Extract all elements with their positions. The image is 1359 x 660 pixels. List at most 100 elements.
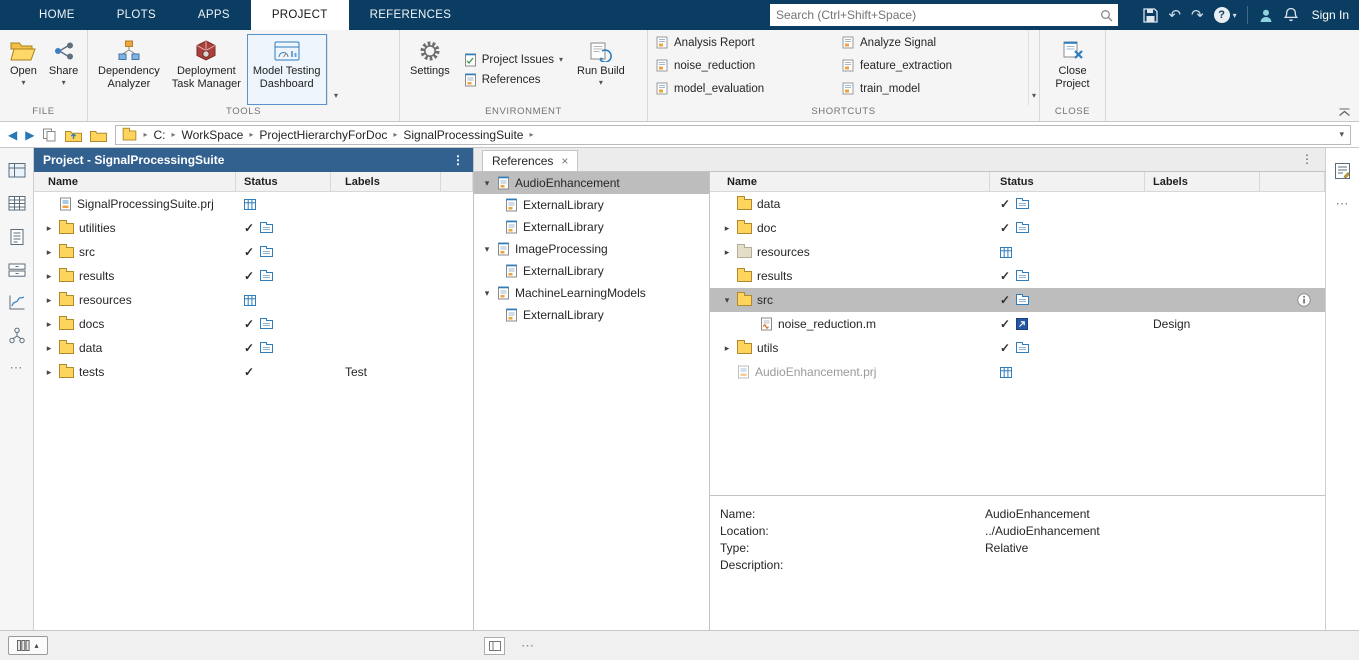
table-row[interactable]: ▸resources — [710, 240, 1325, 264]
tab-references[interactable]: REFERENCES — [349, 0, 473, 30]
table-row[interactable]: data ✓ — [710, 192, 1325, 216]
hierarchy-icon[interactable] — [8, 327, 26, 344]
chevron-right-icon[interactable]: ▸ — [44, 271, 54, 282]
breadcrumb-dropdown-icon[interactable]: ▾ — [1339, 129, 1344, 140]
shortcut-train-model[interactable]: train_model — [842, 79, 1028, 98]
chevron-right-icon[interactable]: ▸ — [722, 247, 732, 258]
chevron-right-icon[interactable]: ▸ — [44, 295, 54, 306]
breadcrumb-item[interactable]: ProjectHierarchyForDoc — [259, 128, 387, 142]
notes-icon[interactable] — [9, 228, 25, 246]
shortcut-analyze-signal[interactable]: Analyze Signal — [842, 33, 1028, 52]
help-icon[interactable]: ? — [1214, 7, 1230, 23]
restore-panel-button[interactable]: ▴ — [8, 636, 48, 655]
search-input[interactable] — [770, 8, 1100, 22]
table-row[interactable]: results ✓ — [710, 264, 1325, 288]
collapse-ribbon-button[interactable] — [1338, 107, 1351, 117]
chevron-right-icon[interactable]: ▸ — [722, 223, 732, 234]
chevron-right-icon[interactable]: ▸ — [44, 223, 54, 234]
tree-item-externallibrary[interactable]: ExternalLibrary — [474, 260, 709, 282]
breadcrumb-item[interactable]: SignalProcessingSuite — [403, 128, 523, 142]
copy-path-icon[interactable] — [42, 128, 57, 142]
more-panels-icon[interactable]: ⋯ — [10, 360, 24, 376]
shortcut-feature-extraction[interactable]: feature_extraction — [842, 56, 1028, 75]
back-button[interactable]: ◀ — [8, 129, 17, 141]
table-row[interactable]: ▸src ✓ — [34, 240, 473, 264]
shortcut-model-evaluation[interactable]: model_evaluation — [656, 79, 842, 98]
up-one-level-icon[interactable] — [65, 128, 82, 142]
info-icon[interactable] — [1297, 293, 1311, 307]
table-row-selected[interactable]: ▾src ✓ — [710, 288, 1325, 312]
more-panels-icon[interactable]: ⋯ — [1336, 196, 1350, 212]
column-header-labels[interactable]: Labels — [331, 172, 441, 191]
tree-item-externallibrary[interactable]: ExternalLibrary — [474, 304, 709, 326]
table-row[interactable]: ▸utils ✓ — [710, 336, 1325, 360]
breadcrumb-item-drive[interactable]: C: — [153, 128, 165, 142]
close-project-button[interactable]: Close Project — [1049, 34, 1095, 105]
help-menu[interactable]: ? ▾ — [1214, 7, 1237, 23]
browse-folder-icon[interactable] — [90, 128, 107, 142]
close-icon[interactable]: × — [561, 154, 568, 168]
table-row[interactable]: ▸resources — [34, 288, 473, 312]
workspace-grid-icon[interactable] — [8, 195, 26, 212]
tree-item-externallibrary[interactable]: ExternalLibrary — [474, 216, 709, 238]
chevron-right-icon[interactable]: ▸ — [722, 343, 732, 354]
table-row[interactable]: ▸tests ✓ Test — [34, 360, 473, 384]
column-header-labels[interactable]: Labels — [1145, 172, 1260, 191]
tab-apps[interactable]: APPS — [177, 0, 251, 30]
chevron-down-icon[interactable]: ▾ — [482, 288, 492, 299]
breadcrumb-item[interactable]: WorkSpace — [182, 128, 244, 142]
tree-item-machinelearningmodels[interactable]: ▾ MachineLearningModels — [474, 282, 709, 304]
dependency-analyzer-button[interactable]: Dependency Analyzer — [92, 34, 166, 105]
column-header-name[interactable]: Name — [34, 172, 236, 191]
tab-plots[interactable]: PLOTS — [96, 0, 177, 30]
forward-button[interactable]: ▶ — [25, 129, 34, 141]
shortcut-analysis-report[interactable]: Analysis Report — [656, 33, 842, 52]
tree-item-imageprocessing[interactable]: ▾ ImageProcessing — [474, 238, 709, 260]
sign-in-button[interactable]: Sign In — [1308, 8, 1353, 22]
table-row[interactable]: noise_reduction.m ✓ Design — [710, 312, 1325, 336]
share-button[interactable]: Share ▾ — [43, 34, 84, 105]
tab-references-document[interactable]: References × — [482, 150, 578, 171]
chevron-down-icon[interactable]: ▾ — [482, 244, 492, 255]
chevron-right-icon[interactable]: ▸ — [44, 343, 54, 354]
table-row[interactable]: AudioEnhancement.prj — [710, 360, 1325, 384]
more-options-icon[interactable]: ⋯ — [521, 638, 535, 654]
panel-options-icon[interactable]: ⋮ — [452, 153, 464, 167]
tools-gallery-expand[interactable]: ▾ — [327, 34, 345, 105]
shortcuts-gallery-expand[interactable]: ▾ — [1028, 30, 1039, 105]
tab-home[interactable]: HOME — [18, 0, 96, 30]
settings-button[interactable]: Settings — [404, 34, 456, 105]
table-row[interactable]: ▸doc ✓ — [710, 216, 1325, 240]
chevron-right-icon[interactable]: ▸ — [44, 319, 54, 330]
chevron-down-icon[interactable]: ▾ — [482, 178, 492, 189]
tab-options-icon[interactable]: ⋮ — [1301, 152, 1313, 166]
shortcut-noise-reduction[interactable]: noise_reduction — [656, 56, 842, 75]
chevron-right-icon[interactable]: ▸ — [44, 367, 54, 378]
table-row[interactable]: ▸docs ✓ — [34, 312, 473, 336]
redo-icon[interactable]: ↷ — [1191, 6, 1204, 24]
table-row[interactable]: ▸data ✓ — [34, 336, 473, 360]
tree-item-audioenhancement[interactable]: ▾ AudioEnhancement — [474, 172, 709, 194]
plot-icon[interactable] — [8, 294, 26, 311]
tree-item-externallibrary[interactable]: ExternalLibrary — [474, 194, 709, 216]
open-button[interactable]: Open ▾ — [4, 34, 43, 105]
breadcrumb[interactable]: ▸ C: ▸ WorkSpace ▸ ProjectHierarchyForDo… — [115, 125, 1351, 145]
save-icon[interactable] — [1143, 8, 1158, 23]
column-header-status[interactable]: Status — [990, 172, 1145, 191]
model-testing-dashboard-button[interactable]: Model Testing Dashboard — [247, 34, 327, 105]
column-header-name[interactable]: Name — [710, 172, 990, 191]
tab-project[interactable]: PROJECT — [251, 0, 349, 30]
references-button[interactable]: References — [464, 73, 563, 87]
project-issues-button[interactable]: Project Issues ▾ — [464, 53, 563, 67]
panel-toggle-button[interactable] — [484, 637, 505, 655]
layout-panels-icon[interactable] — [8, 162, 26, 179]
search-icon[interactable] — [1100, 9, 1113, 22]
chevron-right-icon[interactable]: ▸ — [44, 247, 54, 258]
table-row[interactable]: SignalProcessingSuite.prj — [34, 192, 473, 216]
table-row[interactable]: ▸results ✓ — [34, 264, 473, 288]
community-icon[interactable] — [1258, 8, 1274, 23]
deployment-task-manager-button[interactable]: Deployment Task Manager — [166, 34, 247, 105]
notifications-bell-icon[interactable] — [1284, 7, 1298, 23]
chevron-down-icon[interactable]: ▾ — [722, 295, 732, 306]
drawer-icon[interactable] — [8, 262, 26, 278]
